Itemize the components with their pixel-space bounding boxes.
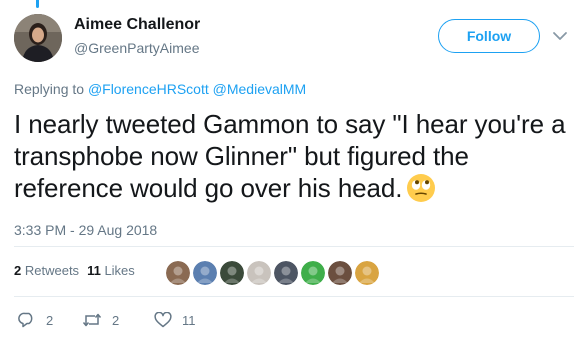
retweets-count: 2 bbox=[14, 263, 22, 278]
engagement-stats: 2 Retweets 11 Likes bbox=[14, 263, 143, 278]
likes-count: 11 bbox=[87, 263, 101, 278]
liker-avatar-1[interactable] bbox=[166, 261, 190, 285]
tweet-text: I nearly tweeted Gammon to say "I hear y… bbox=[14, 109, 566, 203]
reply-count: 2 bbox=[46, 312, 54, 328]
liker-avatar-6[interactable] bbox=[301, 261, 325, 285]
thread-line bbox=[36, 0, 39, 8]
reply-mention-florence[interactable]: @FlorenceHRScott bbox=[88, 81, 209, 97]
rolling-eyes-emoji-icon bbox=[406, 173, 436, 210]
liker-avatar-5[interactable] bbox=[274, 261, 298, 285]
likes-label: Likes bbox=[104, 263, 135, 278]
chevron-down-icon[interactable] bbox=[550, 26, 570, 46]
like-action[interactable]: 11 bbox=[154, 312, 196, 328]
reply-icon bbox=[18, 312, 36, 328]
author-avatar[interactable] bbox=[14, 14, 62, 62]
liker-avatar-8[interactable] bbox=[355, 261, 379, 285]
divider-top bbox=[14, 246, 574, 247]
tweet-actions: 2 2 11 bbox=[18, 312, 196, 328]
retweets-stat[interactable]: 2 Retweets bbox=[14, 263, 79, 278]
liker-avatar-4[interactable] bbox=[247, 261, 271, 285]
follow-button[interactable]: Follow bbox=[438, 19, 540, 53]
retweet-action[interactable]: 2 bbox=[82, 312, 154, 328]
likes-stat[interactable]: 11 Likes bbox=[87, 263, 135, 278]
retweet-icon bbox=[82, 312, 102, 328]
author-display-name[interactable]: Aimee Challenor bbox=[74, 16, 200, 34]
reply-context: Replying to @FlorenceHRScott @MedievalMM bbox=[14, 81, 306, 97]
liker-avatar-2[interactable] bbox=[193, 261, 217, 285]
tweet-timestamp[interactable]: 3:33 PM - 29 Aug 2018 bbox=[14, 222, 157, 238]
liker-avatar-7[interactable] bbox=[328, 261, 352, 285]
like-count: 11 bbox=[182, 312, 196, 328]
retweets-label: Retweets bbox=[24, 263, 80, 278]
reply-prefix: Replying to bbox=[14, 81, 85, 97]
divider-bottom bbox=[14, 296, 574, 297]
reply-mention-medieval[interactable]: @MedievalMM bbox=[213, 81, 307, 97]
retweet-count: 2 bbox=[112, 312, 120, 328]
author-handle[interactable]: @GreenPartyAimee bbox=[74, 40, 199, 56]
tweet-body: I nearly tweeted Gammon to say "I hear y… bbox=[14, 108, 579, 210]
liker-avatar-3[interactable] bbox=[220, 261, 244, 285]
likers-avatars bbox=[166, 261, 379, 285]
heart-icon bbox=[154, 312, 172, 328]
reply-action[interactable]: 2 bbox=[18, 312, 82, 328]
